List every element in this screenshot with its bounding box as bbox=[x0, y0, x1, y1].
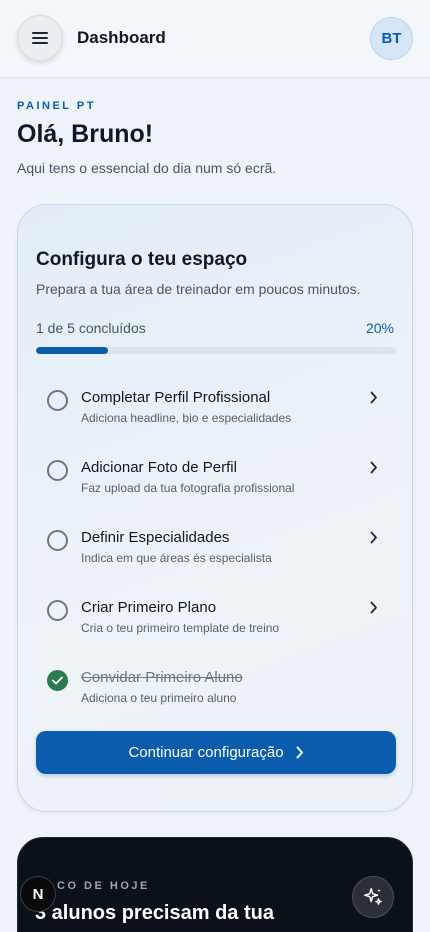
continue-setup-button[interactable]: Continuar configuração bbox=[36, 731, 396, 774]
task-title: Convidar Primeiro Aluno bbox=[81, 669, 243, 686]
setup-task-item[interactable]: Adicionar Foto de Perfil Faz upload da tu… bbox=[36, 451, 396, 507]
focus-title: 3 alunos precisam da tua bbox=[35, 902, 274, 924]
dashboard-screen: Dashboard BT PAINEL PT Olá, Bruno! Aqui … bbox=[0, 0, 430, 932]
greeting-heading: Olá, Bruno! bbox=[17, 120, 154, 148]
task-subtitle: Adiciona headline, bio e especialidades bbox=[81, 411, 292, 425]
section-eyebrow: PAINEL PT bbox=[17, 100, 96, 112]
setup-title: Configura o teu espaço bbox=[36, 249, 248, 270]
empty-circle-icon bbox=[47, 600, 68, 621]
progress-count: 1 de 5 concluídos bbox=[36, 320, 146, 336]
progress-bar bbox=[36, 347, 396, 354]
task-title: Definir Especialidades bbox=[81, 529, 230, 546]
task-subtitle: Adiciona o teu primeiro aluno bbox=[81, 691, 237, 705]
task-subtitle: Indica em que áreas és especialista bbox=[81, 551, 272, 565]
checked-circle-icon bbox=[47, 670, 68, 691]
chevron-right-icon bbox=[296, 746, 303, 759]
task-subtitle: Cria o teu primeiro template de treino bbox=[81, 621, 280, 635]
progress-percent: 20% bbox=[365, 320, 394, 336]
hamburger-menu-icon bbox=[32, 32, 48, 44]
chevron-right-icon bbox=[370, 391, 382, 405]
setup-task-item[interactable]: Definir Especialidades Indica em que área… bbox=[36, 521, 396, 577]
task-title: Criar Primeiro Plano bbox=[81, 599, 217, 616]
empty-circle-icon bbox=[47, 390, 68, 411]
empty-circle-icon bbox=[47, 460, 68, 481]
task-title: Completar Perfil Profissional bbox=[81, 389, 271, 406]
ai-assistant-button[interactable] bbox=[352, 876, 394, 918]
menu-button[interactable] bbox=[17, 15, 63, 61]
sparkle-icon bbox=[364, 888, 382, 905]
continue-setup-label: Continuar configuração bbox=[128, 744, 284, 761]
n-badge-button[interactable]: N bbox=[20, 876, 56, 912]
greeting-subtitle: Aqui tens o essencial do dia num só ecrã… bbox=[17, 160, 277, 176]
avatar[interactable]: BT bbox=[370, 17, 413, 60]
page-title: Dashboard bbox=[77, 28, 166, 47]
task-title: Adicionar Foto de Perfil bbox=[81, 459, 237, 476]
setup-card: Configura o teu espaço Prepara a tua áre… bbox=[17, 204, 413, 812]
chevron-right-icon bbox=[370, 461, 382, 475]
focus-eyebrow: CO DE HOJE bbox=[57, 880, 150, 892]
empty-circle-icon bbox=[47, 530, 68, 551]
setup-task-item[interactable]: Convidar Primeiro Aluno Adiciona o teu pr… bbox=[36, 661, 396, 717]
chevron-right-icon bbox=[370, 531, 382, 545]
chevron-right-icon bbox=[370, 601, 382, 615]
today-focus-card: CO DE HOJE 3 alunos precisam da tua bbox=[17, 837, 413, 932]
setup-description: Prepara a tua área de treinador em pouco… bbox=[36, 281, 361, 297]
setup-task-item[interactable]: Completar Perfil Profissional Adiciona he… bbox=[36, 381, 396, 437]
progress-bar-fill bbox=[36, 347, 108, 354]
top-bar: Dashboard BT bbox=[0, 0, 430, 78]
setup-task-item[interactable]: Criar Primeiro Plano Cria o teu primeiro … bbox=[36, 591, 396, 647]
task-subtitle: Faz upload da tua fotografia profissiona… bbox=[81, 481, 295, 495]
